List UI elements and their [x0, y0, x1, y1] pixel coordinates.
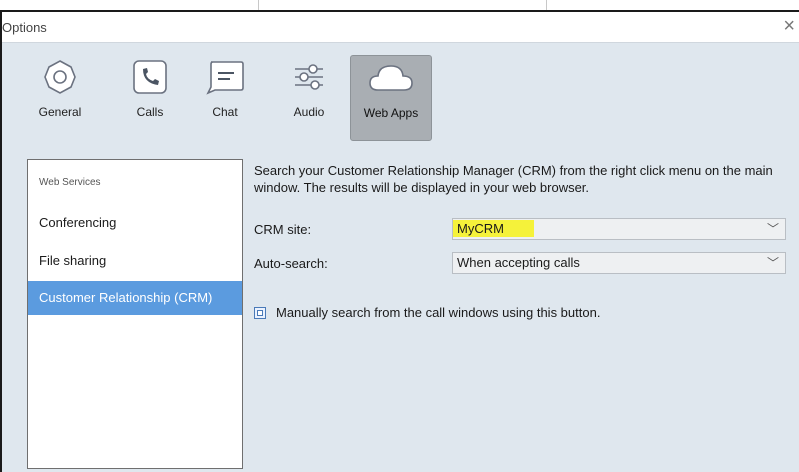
- sidebar-item-file-sharing[interactable]: File sharing: [28, 244, 242, 278]
- chat-icon: [206, 61, 244, 95]
- tab-calls[interactable]: Calls: [126, 57, 174, 139]
- cloud-icon: [369, 65, 413, 91]
- options-dialog: Options × General Calls Chat Audio Web A…: [2, 12, 799, 472]
- title-bar: Options ×: [2, 12, 799, 43]
- tab-chat[interactable]: Chat: [203, 57, 247, 139]
- crm-site-value: MyCRM: [453, 220, 534, 237]
- tab-general[interactable]: General: [30, 57, 90, 139]
- gear-icon: [44, 60, 76, 94]
- separator: [258, 0, 259, 10]
- tab-calls-label: Calls: [136, 105, 164, 119]
- tab-web-apps[interactable]: Web Apps: [350, 55, 432, 141]
- phone-icon: [133, 60, 167, 94]
- chevron-down-icon: ﹀: [766, 222, 779, 236]
- tab-general-label: General: [38, 105, 82, 119]
- manual-search-text: Manually search from the call windows us…: [276, 305, 601, 320]
- tab-audio[interactable]: Audio: [286, 57, 332, 139]
- crm-site-label: CRM site:: [254, 222, 312, 237]
- tab-chat-label: Chat: [212, 105, 238, 119]
- crm-description: Search your Customer Relationship Manage…: [254, 163, 773, 195]
- manual-search-row: Manually search from the call windows us…: [254, 305, 600, 320]
- auto-search-select[interactable]: When accepting calls ﹀: [452, 252, 786, 274]
- crm-site-select[interactable]: MyCRM ﹀: [452, 218, 786, 240]
- sidebar-heading: Web Services: [39, 177, 101, 188]
- category-toolbar: General Calls Chat Audio Web Apps: [2, 43, 799, 143]
- crm-settings-panel: Search your Customer Relationship Manage…: [254, 162, 786, 320]
- sliders-icon: [295, 64, 323, 90]
- close-icon[interactable]: ×: [783, 15, 795, 37]
- chevron-down-icon: ﹀: [766, 256, 779, 270]
- background-window-strip: [0, 0, 799, 12]
- tab-web-apps-label: Web Apps: [363, 106, 419, 120]
- separator: [546, 0, 547, 10]
- sidebar-item-conferencing[interactable]: Conferencing: [28, 206, 242, 240]
- web-services-sidebar: Web Services Conferencing File sharing C…: [27, 159, 243, 469]
- crm-search-button-icon: [254, 307, 266, 319]
- auto-search-value: When accepting calls: [457, 255, 580, 270]
- tab-audio-label: Audio: [293, 105, 325, 119]
- auto-search-label: Auto-search:: [254, 256, 328, 271]
- sidebar-item-crm[interactable]: Customer Relationship (CRM): [28, 281, 242, 315]
- window-title: Options: [2, 20, 47, 35]
